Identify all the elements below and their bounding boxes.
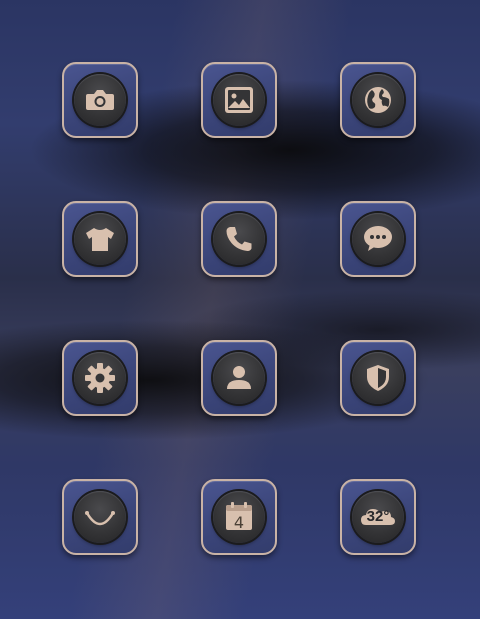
security-app-icon[interactable]	[340, 340, 416, 416]
weather-temperature: 32°	[366, 508, 390, 525]
chat-bubble-icon	[364, 226, 392, 251]
shield-icon	[367, 365, 389, 391]
tshirt-icon	[86, 228, 114, 251]
gallery-app-icon[interactable]	[201, 62, 277, 138]
camera-icon	[86, 90, 114, 110]
weather-app-icon[interactable]: 32°	[340, 479, 416, 555]
icon-disc	[352, 213, 404, 265]
settings-app-icon[interactable]	[62, 340, 138, 416]
smile-bag-icon	[85, 511, 115, 526]
gear-icon	[85, 363, 115, 393]
icon-disc	[352, 74, 404, 126]
icon-disc	[74, 352, 126, 404]
home-screen-icon-grid: 4 32°	[0, 0, 480, 619]
phone-icon	[226, 227, 252, 251]
icon-disc	[74, 74, 126, 126]
icon-disc	[74, 491, 126, 543]
image-icon	[225, 87, 253, 113]
messages-app-icon[interactable]	[340, 201, 416, 277]
contacts-app-icon[interactable]	[201, 340, 277, 416]
camera-app-icon[interactable]	[62, 62, 138, 138]
icon-disc	[213, 213, 265, 265]
icon-disc: 32°	[352, 491, 404, 543]
globe-icon	[365, 87, 391, 113]
icon-disc	[213, 352, 265, 404]
icon-disc	[74, 213, 126, 265]
store-app-icon[interactable]	[62, 479, 138, 555]
phone-app-icon[interactable]	[201, 201, 277, 277]
icon-disc: 4	[213, 491, 265, 543]
icon-disc	[213, 74, 265, 126]
icon-disc	[352, 352, 404, 404]
themes-app-icon[interactable]	[62, 201, 138, 277]
calendar-day-number: 4	[233, 513, 245, 532]
browser-app-icon[interactable]	[340, 62, 416, 138]
calendar-app-icon[interactable]: 4	[201, 479, 277, 555]
person-icon	[227, 366, 251, 389]
